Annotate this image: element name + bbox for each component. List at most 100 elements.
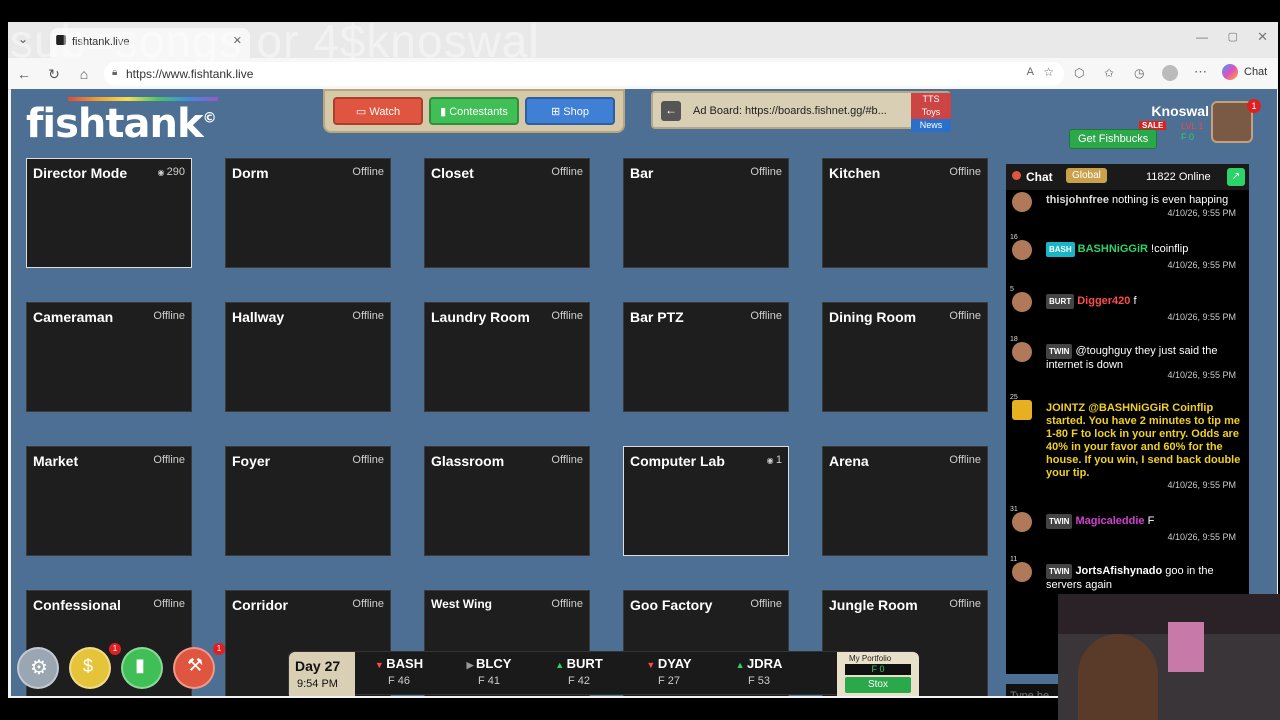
chat-username[interactable]: Digger420	[1077, 295, 1130, 307]
copilot-icon[interactable]	[1222, 64, 1238, 80]
camera-tile[interactable]: Foyer Offline	[225, 446, 391, 556]
camera-name: Kitchen	[829, 165, 881, 181]
avatar[interactable]	[1012, 292, 1032, 312]
camera-tile[interactable]: Dorm Offline	[225, 158, 391, 268]
ticker-symbol: JDRA	[747, 656, 783, 671]
chat-username[interactable]: Magicaleddie	[1075, 515, 1144, 527]
camera-name: Bar	[630, 165, 654, 181]
get-fishbucks-button[interactable]: Get Fishbucks	[1069, 129, 1158, 149]
fire-icon[interactable]: ⚒	[173, 647, 215, 689]
arrow-down-icon: ▼	[374, 660, 387, 670]
bag-icon[interactable]: ▮	[121, 647, 163, 689]
clan-tag[interactable]: BASH	[1046, 242, 1075, 257]
stock-ticker[interactable]: ▲ JDRA F 53	[719, 656, 799, 687]
fishtank-logo[interactable]: fishtank©	[26, 97, 218, 147]
camera-name: Laundry Room	[431, 309, 530, 325]
camera-tile[interactable]: Kitchen Offline	[822, 158, 988, 268]
camera-name: Dining Room	[829, 309, 917, 325]
ad-board-text[interactable]: Ad Board: https://boards.fishnet.gg/#b..…	[693, 105, 887, 117]
more-options-icon[interactable]: ⋯	[1194, 64, 1207, 80]
chat-username[interactable]: JOINTZ	[1046, 402, 1085, 414]
streamer-webcam	[1058, 594, 1280, 720]
camera-name: Confessional	[33, 597, 121, 613]
camera-status: Offline	[352, 454, 384, 466]
clan-tag[interactable]: TWIN	[1046, 514, 1073, 529]
minimize-icon[interactable]: —	[1196, 30, 1208, 44]
profile-icon[interactable]	[1162, 65, 1178, 81]
camera-status: Offline	[551, 166, 583, 178]
avatar[interactable]	[1012, 240, 1032, 260]
avatar[interactable]	[1012, 400, 1032, 420]
username[interactable]: Knoswal	[1151, 103, 1209, 119]
camera-tile[interactable]: Arena Offline	[822, 446, 988, 556]
stock-ticker[interactable]: ▲ BURT F 42	[539, 656, 619, 687]
ticker-symbol: BLCY	[476, 656, 512, 671]
chat-scope-button[interactable]: Global	[1066, 168, 1107, 183]
camera-tile[interactable]: Laundry Room Offline	[424, 302, 590, 412]
avatar[interactable]	[1012, 192, 1032, 212]
camera-tile[interactable]: Computer Lab ◉ 1	[623, 446, 789, 556]
watch-button[interactable]: ▭ Watch	[333, 97, 423, 125]
camera-name: Jungle Room	[829, 597, 918, 613]
portfolio-box: My Portfolio F 0 Stox	[837, 652, 919, 696]
user-level: 25	[1010, 394, 1018, 401]
poster	[1168, 622, 1204, 672]
tab-toys[interactable]: Toys	[911, 106, 951, 119]
chat-header: Chat Global 11822 Online ↗	[1006, 164, 1249, 190]
viewer-count: ◉ 1	[767, 454, 782, 466]
camera-tile[interactable]: Glassroom Offline	[424, 446, 590, 556]
stox-button[interactable]: Stox	[845, 677, 911, 693]
ad-board[interactable]: ← Ad Board: https://boards.fishnet.gg/#b…	[651, 91, 951, 132]
camera-name: Corridor	[232, 597, 288, 613]
clan-tag[interactable]: BURT	[1046, 294, 1075, 309]
camera-tile[interactable]: Director Mode ◉ 290	[26, 158, 192, 268]
copilot-chat-label[interactable]: Chat	[1244, 66, 1267, 78]
read-aloud-icon[interactable]: A	[1027, 66, 1034, 78]
camera-tile[interactable]: Market Offline	[26, 446, 192, 556]
arrow-left-icon[interactable]: ←	[661, 101, 681, 121]
status-text: Offline	[551, 454, 583, 466]
chat-popout-icon[interactable]: ↗	[1227, 168, 1245, 186]
avatar[interactable]	[1012, 342, 1032, 362]
camera-tile[interactable]: Closet Offline	[424, 158, 590, 268]
chat-username[interactable]: BASHNiGGiR	[1078, 243, 1148, 255]
tab-news[interactable]: News	[911, 119, 951, 132]
camera-tile[interactable]: Bar PTZ Offline	[623, 302, 789, 412]
user-level: 5	[1010, 286, 1014, 293]
avatar[interactable]	[1012, 512, 1032, 532]
user-panel: Knoswal SALE Get Fishbucks LVL 1F 0 1	[1069, 99, 1271, 159]
clan-tag[interactable]: TWIN	[1046, 344, 1073, 359]
tab-tts[interactable]: TTS	[911, 93, 951, 106]
extensions-icon[interactable]: ⬡	[1074, 66, 1084, 80]
camera-tile[interactable]: Bar Offline	[623, 158, 789, 268]
window-close-icon[interactable]: ✕	[1257, 29, 1268, 45]
level-text: LVL 1	[1181, 121, 1204, 131]
maximize-icon[interactable]: ▢	[1228, 30, 1238, 43]
camera-tile[interactable]: Cameraman Offline	[26, 302, 192, 412]
camera-status: Offline	[750, 310, 782, 322]
chat-username[interactable]: thisjohnfree	[1046, 194, 1109, 206]
status-text: Offline	[352, 166, 384, 178]
coins-icon[interactable]: $	[69, 647, 111, 689]
history-icon[interactable]: ◷	[1134, 66, 1144, 80]
day-label: Day 27	[295, 658, 341, 674]
stock-ticker[interactable]: ▶ BLCY F 41	[449, 656, 529, 687]
user-level: LVL 1F 0	[1181, 121, 1204, 143]
stock-ticker[interactable]: ▼ BASH F 46	[359, 656, 439, 687]
message-text: nothing is even happing	[1112, 194, 1229, 206]
arrow-up-icon: ▲	[735, 660, 747, 670]
shop-button[interactable]: ⊞ Shop	[525, 97, 615, 125]
message-timestamp: 4/10/26, 9:55 PM	[1167, 260, 1236, 270]
stock-ticker[interactable]: ▼ DYAY F 27	[629, 656, 709, 687]
clan-tag[interactable]: TWIN	[1046, 564, 1073, 579]
ticker-price: F 53	[747, 675, 770, 687]
chat-username[interactable]: JortsAfishynado	[1075, 565, 1162, 577]
settings-icon[interactable]: ⚙	[17, 647, 59, 689]
favorites-icon[interactable]: ✩	[1104, 66, 1114, 80]
favorite-icon[interactable]: ☆	[1043, 65, 1054, 79]
camera-tile[interactable]: Dining Room Offline	[822, 302, 988, 412]
camera-status: Offline	[949, 454, 981, 466]
contestants-button[interactable]: ▮ Contestants	[429, 97, 519, 125]
camera-tile[interactable]: Hallway Offline	[225, 302, 391, 412]
avatar[interactable]	[1012, 562, 1032, 582]
